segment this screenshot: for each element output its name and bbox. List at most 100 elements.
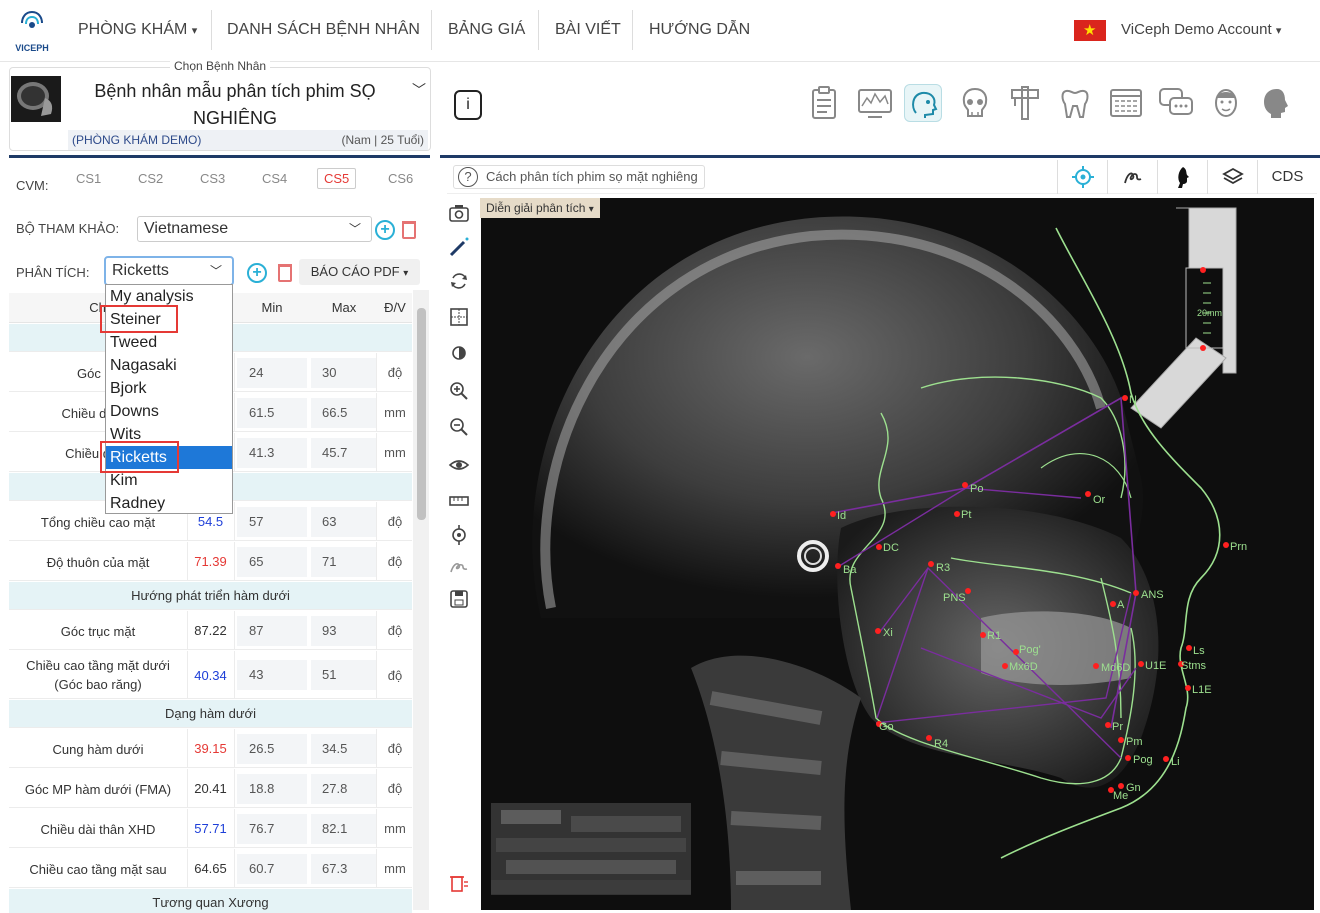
contrast-grid-icon[interactable] xyxy=(448,306,470,328)
flag-star-icon: ★ xyxy=(1083,22,1097,39)
diagnose-dropdown[interactable]: Diễn giải phân tích ▾ xyxy=(480,198,600,218)
face-smile-icon[interactable] xyxy=(1207,84,1245,122)
landmark-label: Mx6D xyxy=(1009,661,1038,673)
cvm-stage-cs6[interactable]: CS6 xyxy=(388,171,413,186)
camera-icon[interactable] xyxy=(448,202,470,224)
tooth-icon[interactable] xyxy=(1056,84,1094,122)
cell-divider xyxy=(376,611,377,650)
metric-value: 20.41 xyxy=(194,781,227,796)
landmark-label: Po xyxy=(970,483,984,495)
profile-tool[interactable] xyxy=(1157,160,1207,194)
tracing-icon[interactable] xyxy=(448,556,470,578)
cvm-stage-cs4[interactable]: CS4 xyxy=(262,171,287,186)
cell-divider xyxy=(376,769,377,808)
target-tool[interactable] xyxy=(1057,160,1107,194)
trace-tool[interactable] xyxy=(1107,160,1157,194)
clipboard-icon[interactable] xyxy=(805,84,843,122)
skull-icon[interactable] xyxy=(956,84,994,122)
xray-image-canvas[interactable]: N Or Po Pt Ba DC R3 PNS ANS A Pm Pog Gn Me Xi R1 R4 Go Prn… xyxy=(481,198,1314,910)
rotate-icon[interactable] xyxy=(448,270,470,292)
cell-divider xyxy=(234,729,235,768)
metric-max: 45.7 xyxy=(311,437,377,468)
delete-points-icon[interactable] xyxy=(448,872,470,894)
metric-unit: độ xyxy=(387,554,403,569)
metric-max: 63 xyxy=(311,506,377,537)
metric-value: 57.71 xyxy=(194,821,227,836)
landmark-label: N xyxy=(1129,394,1137,406)
table-row: Chiều dài thân XHD 57.71 76.7 82.1 mm xyxy=(9,809,412,848)
ruler-icon[interactable] xyxy=(448,490,470,512)
pen-icon[interactable] xyxy=(448,236,470,258)
zoom-out-icon[interactable] xyxy=(448,416,470,438)
nav-phong-kham[interactable]: PHÒNG KHÁM ▾ xyxy=(78,0,197,62)
add-reference-icon[interactable]: + xyxy=(375,220,395,240)
delete-analysis-icon[interactable] xyxy=(278,264,292,282)
scrollbar-thumb[interactable] xyxy=(417,308,426,520)
cvm-stage-cs3[interactable]: CS3 xyxy=(200,171,225,186)
nav-bang-gia[interactable]: BẢNG GIÁ xyxy=(448,0,525,62)
vietnam-flag-icon[interactable]: ★ xyxy=(1074,20,1106,41)
metric-min: 65 xyxy=(237,546,307,577)
analysis-select[interactable]: Ricketts ﹀ xyxy=(104,256,234,286)
cvm-stage-cs1[interactable]: CS1 xyxy=(76,171,101,186)
face-scan-icon xyxy=(912,91,938,118)
calendar-grid-icon[interactable] xyxy=(1107,84,1145,122)
metric-name: Chiều dài thân XHD xyxy=(40,822,156,837)
dropdown-option-tweed[interactable]: Tweed xyxy=(106,331,232,354)
landmark-target-icon[interactable] xyxy=(448,524,470,546)
nav-bai-viet[interactable]: BÀI VIẾT xyxy=(555,0,621,62)
layers-tool[interactable] xyxy=(1207,160,1257,194)
cvm-stage-cs2[interactable]: CS2 xyxy=(138,171,163,186)
landmark-label: Md6D xyxy=(1101,662,1131,674)
cell-divider xyxy=(234,393,235,432)
nav-danh-sach-benh-nhan[interactable]: DANH SÁCH BỆNH NHÂN xyxy=(227,0,420,62)
dropdown-option-nagasaki[interactable]: Nagasaki xyxy=(106,354,232,377)
dropdown-option-downs[interactable]: Downs xyxy=(106,400,232,423)
landmark-label: Stms xyxy=(1181,660,1207,672)
add-analysis-icon[interactable]: + xyxy=(247,263,267,283)
landmark-label: A xyxy=(1117,599,1125,611)
landmark-label: R3 xyxy=(936,562,951,574)
chat-icon[interactable] xyxy=(1157,84,1195,122)
viceph-logo[interactable]: VICEPH xyxy=(10,8,54,54)
cell-divider xyxy=(234,542,235,581)
account-menu[interactable]: ViCeph Demo Account ▾ xyxy=(1121,0,1281,62)
table-group-header: Tương quan Xương xyxy=(9,889,412,913)
reference-select[interactable]: Vietnamese ﹀ xyxy=(137,216,372,242)
help-link[interactable]: ? Cách phân tích phim sọ mặt nghiêng xyxy=(453,165,705,189)
dropdown-option-bjork[interactable]: Bjork xyxy=(106,377,232,400)
metric-unit: độ xyxy=(387,667,403,683)
zoom-in-icon[interactable] xyxy=(448,380,470,402)
face-scan-tool[interactable] xyxy=(904,84,942,122)
delete-reference-icon[interactable] xyxy=(402,221,416,239)
nav-huong-dan[interactable]: HƯỚNG DẪN xyxy=(649,0,750,62)
info-icon[interactable]: i xyxy=(454,90,482,120)
header-max: Max xyxy=(331,300,357,315)
metric-min: 60.7 xyxy=(237,853,307,884)
dropdown-option-radney[interactable]: Radney xyxy=(106,492,232,515)
save-icon[interactable] xyxy=(448,588,470,610)
landmark-label: Pt xyxy=(961,509,972,521)
pdf-report-button[interactable]: BÁO CÁO PDF ▾ xyxy=(299,259,420,285)
cvm-row: CVM: CS1 CS2 CS3 CS4 CS5 CS6 xyxy=(9,162,430,198)
cds-button[interactable]: CDS xyxy=(1257,160,1317,194)
monitor-chart-icon[interactable] xyxy=(856,84,894,122)
cell-divider xyxy=(376,651,377,699)
caliper-icon[interactable] xyxy=(1006,84,1044,122)
brightness-icon[interactable] xyxy=(448,342,470,364)
landmark-label: Go xyxy=(879,721,894,733)
metric-unit: độ xyxy=(387,781,403,796)
chevron-down-icon[interactable]: ﹀ xyxy=(412,80,426,100)
face-profile-icon[interactable] xyxy=(1257,84,1295,122)
metric-max: 93 xyxy=(311,615,377,646)
metric-min: 26.5 xyxy=(237,733,307,764)
eye-icon[interactable] xyxy=(448,454,470,476)
patient-selector[interactable]: Chọn Bệnh Nhân Bệnh nhân mẫu phân tích p… xyxy=(9,59,431,151)
landmark-label: Ba xyxy=(843,564,857,576)
analysis-label: PHÂN TÍCH: xyxy=(16,265,90,280)
cvm-stage-cs5[interactable]: CS5 xyxy=(317,168,357,189)
patient-legend: Chọn Bệnh Nhân xyxy=(170,59,271,73)
metric-unit: độ xyxy=(387,741,403,756)
metric-name: Góc trục mặt xyxy=(60,624,136,639)
caret-down-icon: ▾ xyxy=(403,268,409,279)
